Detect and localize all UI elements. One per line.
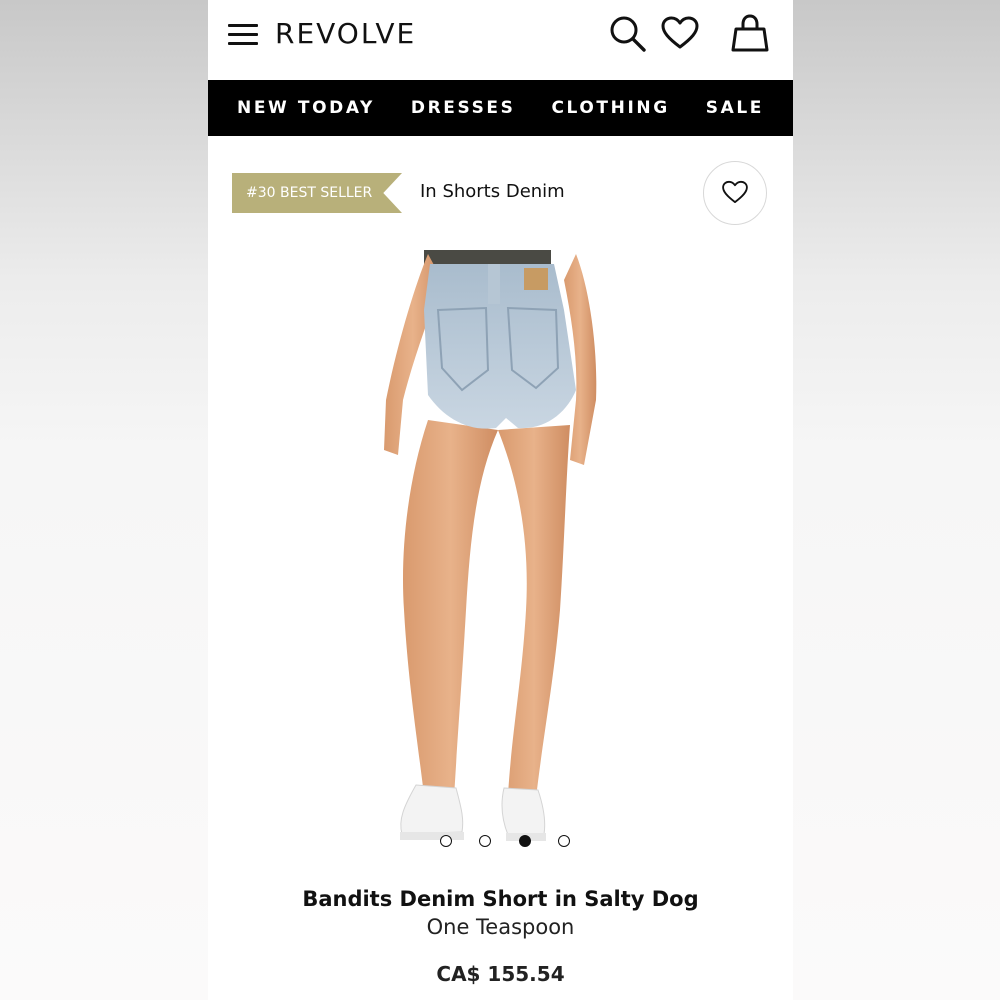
phone-screen: REVOLVE NEW TODAY DRESSES CLOTHING SALE … bbox=[208, 0, 793, 1000]
carousel-dot[interactable] bbox=[557, 835, 570, 847]
nav-item-sale[interactable]: SALE bbox=[706, 98, 764, 118]
carousel-dot-active[interactable] bbox=[518, 835, 531, 847]
product-image[interactable] bbox=[358, 250, 643, 850]
best-seller-badge: #30 BEST SELLER bbox=[232, 173, 402, 213]
add-to-wishlist-button[interactable] bbox=[703, 161, 767, 225]
nav-item-new-today[interactable]: NEW TODAY bbox=[237, 98, 375, 118]
nav-item-dresses[interactable]: DRESSES bbox=[411, 98, 516, 118]
product-title: Bandits Denim Short in Salty Dog bbox=[302, 887, 699, 911]
product-price: CA$ 155.54 bbox=[436, 962, 565, 986]
carousel-dot[interactable] bbox=[479, 835, 492, 847]
shopping-bag-icon[interactable] bbox=[730, 14, 770, 54]
brand-logo[interactable]: REVOLVE bbox=[275, 14, 416, 54]
menu-icon[interactable] bbox=[228, 24, 258, 46]
image-carousel-dots bbox=[440, 835, 570, 849]
heart-outline-icon bbox=[722, 180, 748, 204]
top-header: REVOLVE bbox=[208, 0, 793, 80]
category-nav: NEW TODAY DRESSES CLOTHING SALE bbox=[208, 80, 793, 136]
nav-item-clothing[interactable]: CLOTHING bbox=[551, 98, 669, 118]
search-icon[interactable] bbox=[608, 14, 648, 54]
category-link[interactable]: In Shorts Denim bbox=[420, 181, 565, 202]
heart-icon[interactable] bbox=[660, 14, 700, 54]
product-brand[interactable]: One Teaspoon bbox=[208, 915, 793, 939]
carousel-dot[interactable] bbox=[440, 835, 452, 847]
